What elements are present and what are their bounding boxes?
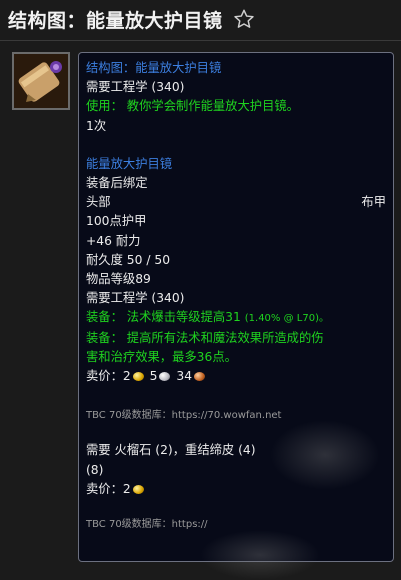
sell-price: 卖价：2 5 34 bbox=[86, 367, 386, 386]
scroll-recipe-icon bbox=[14, 54, 68, 108]
copper-coin-icon bbox=[194, 372, 206, 382]
source-credit-1: TBC 70级数据库：https://70.wowfan.net bbox=[86, 410, 282, 422]
recipe-item-icon[interactable] bbox=[12, 52, 70, 110]
equip-effect-1-detail: (1.40% @ L70)。 bbox=[244, 313, 329, 325]
gold-amount: 2 bbox=[122, 369, 131, 384]
equip-effect-2-line1: 装备： 提高所有法术和魔法效果所造成的伤 bbox=[86, 330, 324, 345]
durability: 耐久度 50 / 50 bbox=[86, 252, 171, 267]
use-effect: 使用： 教你学会制作能量放大护目镜。 bbox=[86, 99, 299, 114]
charges: 1次 bbox=[86, 118, 107, 133]
tooltip-header: 结构图：能量放大护目镜 bbox=[86, 61, 222, 75]
star-icon[interactable] bbox=[233, 8, 255, 30]
reagents-line2: (8) bbox=[86, 462, 104, 477]
gold-amount-2: 2 bbox=[122, 481, 131, 496]
slot-row: 头部 布甲 bbox=[86, 193, 386, 212]
header-divider bbox=[0, 40, 401, 41]
sell-price-2: 卖价：2 bbox=[86, 480, 386, 499]
bind-type: 装备后绑定 bbox=[86, 176, 148, 191]
copper-amount: 34 bbox=[176, 369, 193, 384]
equip-slot: 头部 bbox=[86, 195, 111, 210]
equip-effect-1-text: 装备： 法术爆击等级提高31 bbox=[86, 310, 241, 325]
item-level: 物品等级89 bbox=[86, 272, 151, 287]
gold-coin-icon-2 bbox=[132, 484, 144, 494]
silver-coin-icon bbox=[159, 372, 171, 382]
reagents-line1: 需要 火榴石 (2)，重结缔皮 (4) bbox=[86, 443, 256, 458]
armor-value: 100点护甲 bbox=[86, 214, 147, 229]
sell-price-2-label: 卖价： bbox=[86, 481, 123, 496]
item-name-link[interactable]: 能量放大护目镜 bbox=[86, 155, 386, 174]
required-skill-2: 需要工程学 (340) bbox=[86, 291, 185, 306]
sell-price-label: 卖价： bbox=[86, 369, 123, 384]
gold-coin-icon bbox=[132, 372, 144, 382]
page-header: 结构图：能量放大护目镜 bbox=[0, 0, 401, 38]
source-credit-2: TBC 70级数据库：https:// bbox=[86, 519, 208, 531]
item-tooltip: 结构图：能量放大护目镜 需要工程学 (340) 使用： 教你学会制作能量放大护目… bbox=[78, 52, 394, 562]
armor-type: 布甲 bbox=[361, 195, 386, 210]
page-title: 结构图：能量放大护目镜 bbox=[8, 9, 223, 32]
stamina-stat: +46 耐力 bbox=[86, 233, 141, 248]
equip-effect-1: 装备： 法术爆击等级提高31 (1.40% @ L70)。 bbox=[86, 308, 386, 328]
required-skill: 需要工程学 (340) bbox=[86, 80, 185, 95]
silver-amount: 5 bbox=[149, 369, 158, 384]
equip-effect-2-line2: 害和治疗效果，最多36点。 bbox=[86, 349, 237, 364]
